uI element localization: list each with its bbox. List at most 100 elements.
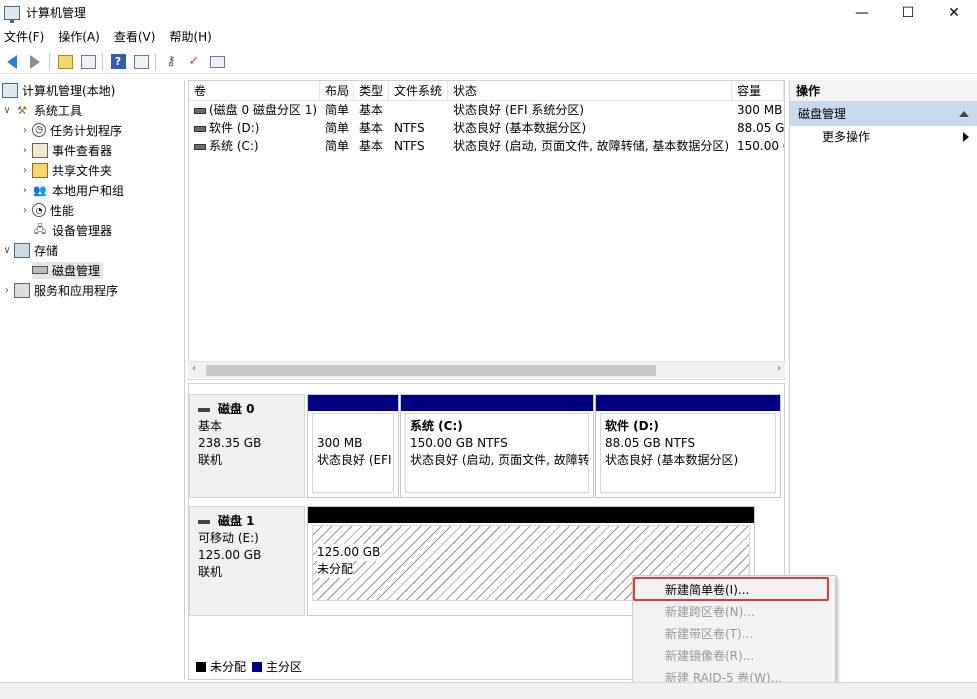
shared-folder-icon	[32, 162, 48, 178]
key-icon: ⚷	[166, 54, 176, 69]
partition-size: 88.05 GB NTFS	[605, 436, 696, 450]
cell-status: 状态良好 (启动, 页面文件, 故障转储, 基本数据分区)	[453, 139, 730, 153]
more-actions-label: 更多操作	[822, 130, 871, 144]
actions-section-disk-management[interactable]: 磁盘管理	[790, 102, 977, 126]
minimize-button[interactable]: —	[839, 0, 885, 25]
partition-title: 软件 (D:)	[605, 419, 659, 433]
tree-item-device-manager[interactable]: 🖧 设备管理器	[0, 220, 184, 240]
toolbar-separator	[49, 52, 50, 71]
partition-status: 状态良好 (启动, 页面文件, 故障转	[410, 453, 589, 467]
tree-label: 计算机管理(本地)	[22, 83, 116, 98]
horizontal-scrollbar[interactable]: ‹ ›	[188, 361, 785, 378]
disk-label-0[interactable]: 磁盘 0 基本 238.35 GB 联机	[189, 394, 305, 498]
forward-button[interactable]	[24, 52, 46, 72]
console-tree-icon	[80, 54, 96, 69]
menu-help[interactable]: 帮助(H)	[165, 26, 219, 48]
menu-action[interactable]: 操作(A)	[54, 26, 108, 48]
expand-caret-icon[interactable]: ›	[18, 145, 32, 156]
toolbar-separator	[102, 52, 103, 71]
scroll-left-icon[interactable]: ‹	[192, 363, 196, 374]
partition-title: 系统 (C:)	[410, 419, 463, 433]
expand-caret-icon[interactable]: ›	[18, 185, 32, 196]
partition-software-d[interactable]: 软件 (D:) 88.05 GB NTFS 状态良好 (基本数据分区)	[595, 394, 781, 498]
help-button[interactable]: ?	[107, 52, 129, 72]
tree-item-system-tools[interactable]: ∨ ⚒ 系统工具	[0, 100, 184, 120]
disk-status: 联机	[198, 565, 223, 579]
tree-label: 服务和应用程序	[34, 283, 119, 298]
tree-item-event-viewer[interactable]: › 事件查看器	[0, 140, 184, 160]
more-actions[interactable]: 更多操作	[790, 126, 977, 148]
connect-button[interactable]: ⚷	[160, 52, 182, 72]
cell-layout: 简单	[325, 139, 350, 153]
menu-file[interactable]: 文件(F)	[0, 26, 52, 48]
table-row[interactable]: (磁盘 0 磁盘分区 1) 简单 基本 状态良好 (EFI 系统分区) 300 …	[189, 101, 784, 119]
back-arrow-icon	[7, 54, 17, 69]
expand-caret-icon[interactable]: ›	[18, 165, 32, 176]
partition-status: 状态良好 (基本数据分区)	[605, 453, 739, 467]
section-label: 磁盘管理	[798, 107, 847, 121]
scroll-right-icon[interactable]: ›	[777, 363, 781, 374]
expand-caret-icon[interactable]: ›	[18, 205, 32, 216]
tree-item-shared-folders[interactable]: › 共享文件夹	[0, 160, 184, 180]
column-header-capacity[interactable]: 容量	[732, 81, 784, 100]
disk-icon	[32, 266, 48, 274]
cell-filesystem	[389, 101, 448, 119]
menu-view[interactable]: 查看(V)	[110, 26, 164, 48]
tree-label: 磁盘管理	[52, 263, 101, 278]
partition-system-c[interactable]: 系统 (C:) 150.00 GB NTFS 状态良好 (启动, 页面文件, 故…	[400, 394, 594, 498]
menu-item-new-spanned-volume[interactable]: 新建跨区卷(N)...	[633, 601, 835, 623]
column-header-layout[interactable]: 布局	[320, 81, 354, 100]
expand-caret-icon[interactable]: ›	[0, 285, 14, 296]
column-header-filesystem[interactable]: 文件系统	[389, 81, 448, 100]
disk-status: 联机	[198, 453, 223, 467]
column-header-type[interactable]: 类型	[354, 81, 389, 100]
services-icon	[14, 282, 30, 298]
partition-size: 125.00 GB	[317, 544, 381, 561]
volume-list: 卷 布局 类型 文件系统 状态 容量 (磁盘 0 磁盘分区 1) 简单 基本 状…	[188, 80, 785, 380]
tree-item-services-apps[interactable]: › 服务和应用程序	[0, 280, 184, 300]
window-title: 计算机管理	[26, 6, 87, 20]
up-folder-button[interactable]	[54, 52, 76, 72]
folder-up-icon	[57, 54, 73, 69]
computer-management-icon	[4, 5, 20, 23]
tree-item-performance[interactable]: › ◔ 性能	[0, 200, 184, 220]
disk-label-1[interactable]: 磁盘 1 可移动 (E:) 125.00 GB 联机	[189, 506, 305, 616]
partition-size: 150.00 GB NTFS	[410, 436, 508, 450]
menu-item-new-striped-volume[interactable]: 新建带区卷(T)...	[633, 623, 835, 645]
partition-bar	[308, 507, 754, 523]
expand-caret-icon[interactable]: ›	[18, 125, 32, 136]
tree-item-local-users[interactable]: › 👥 本地用户和组	[0, 180, 184, 200]
tree-item-root[interactable]: 计算机管理(本地)	[0, 80, 184, 100]
menu-item-new-mirrored-volume[interactable]: 新建镜像卷(R)...	[633, 645, 835, 667]
show-hide-tree-button[interactable]	[77, 52, 99, 72]
collapse-caret-icon[interactable]: ∨	[0, 105, 14, 116]
back-button[interactable]	[1, 52, 23, 72]
tree-item-task-scheduler[interactable]: › ◷ 任务计划程序	[0, 120, 184, 140]
properties-button[interactable]	[206, 52, 228, 72]
cell-status: 状态良好 (EFI 系统分区)	[453, 103, 585, 117]
column-header-status[interactable]: 状态	[448, 81, 732, 100]
scrollbar-thumb[interactable]	[206, 365, 656, 376]
clock-icon: ◷	[32, 123, 46, 137]
console-tree: 计算机管理(本地) ∨ ⚒ 系统工具 › ◷ 任务计划程序 › 事件查看器 › …	[0, 80, 185, 680]
table-row[interactable]: 软件 (D:) 简单 基本 NTFS 状态良好 (基本数据分区) 88.05 G…	[189, 119, 784, 137]
partition-bar	[308, 395, 398, 411]
toolbar-separator	[155, 52, 156, 71]
maximize-button[interactable]: ☐	[885, 0, 931, 25]
cell-layout: 简单	[325, 103, 350, 117]
tree-item-storage[interactable]: ∨ 存储	[0, 240, 184, 260]
tree-label: 本地用户和组	[52, 183, 125, 198]
partition-size: 300 MB	[317, 436, 363, 450]
close-button[interactable]: ✕	[931, 0, 977, 25]
collapse-caret-icon[interactable]: ∨	[0, 245, 14, 256]
tree-item-disk-management[interactable]: 磁盘管理	[0, 260, 184, 280]
column-header-volume[interactable]: 卷	[189, 81, 320, 100]
check-button[interactable]: ✓	[183, 52, 205, 72]
cell-type: 基本	[359, 121, 384, 135]
table-row[interactable]: 系统 (C:) 简单 基本 NTFS 状态良好 (启动, 页面文件, 故障转储,…	[189, 137, 784, 155]
disk-name: 磁盘 0	[218, 402, 255, 416]
title-bar: 计算机管理 — ☐ ✕	[0, 0, 977, 25]
partition-efi[interactable]: 300 MB 状态良好 (EFI	[307, 394, 399, 498]
show-hide-action-pane-button[interactable]	[130, 52, 152, 72]
menu-bar: 文件(F) 操作(A) 查看(V) 帮助(H)	[0, 26, 977, 48]
